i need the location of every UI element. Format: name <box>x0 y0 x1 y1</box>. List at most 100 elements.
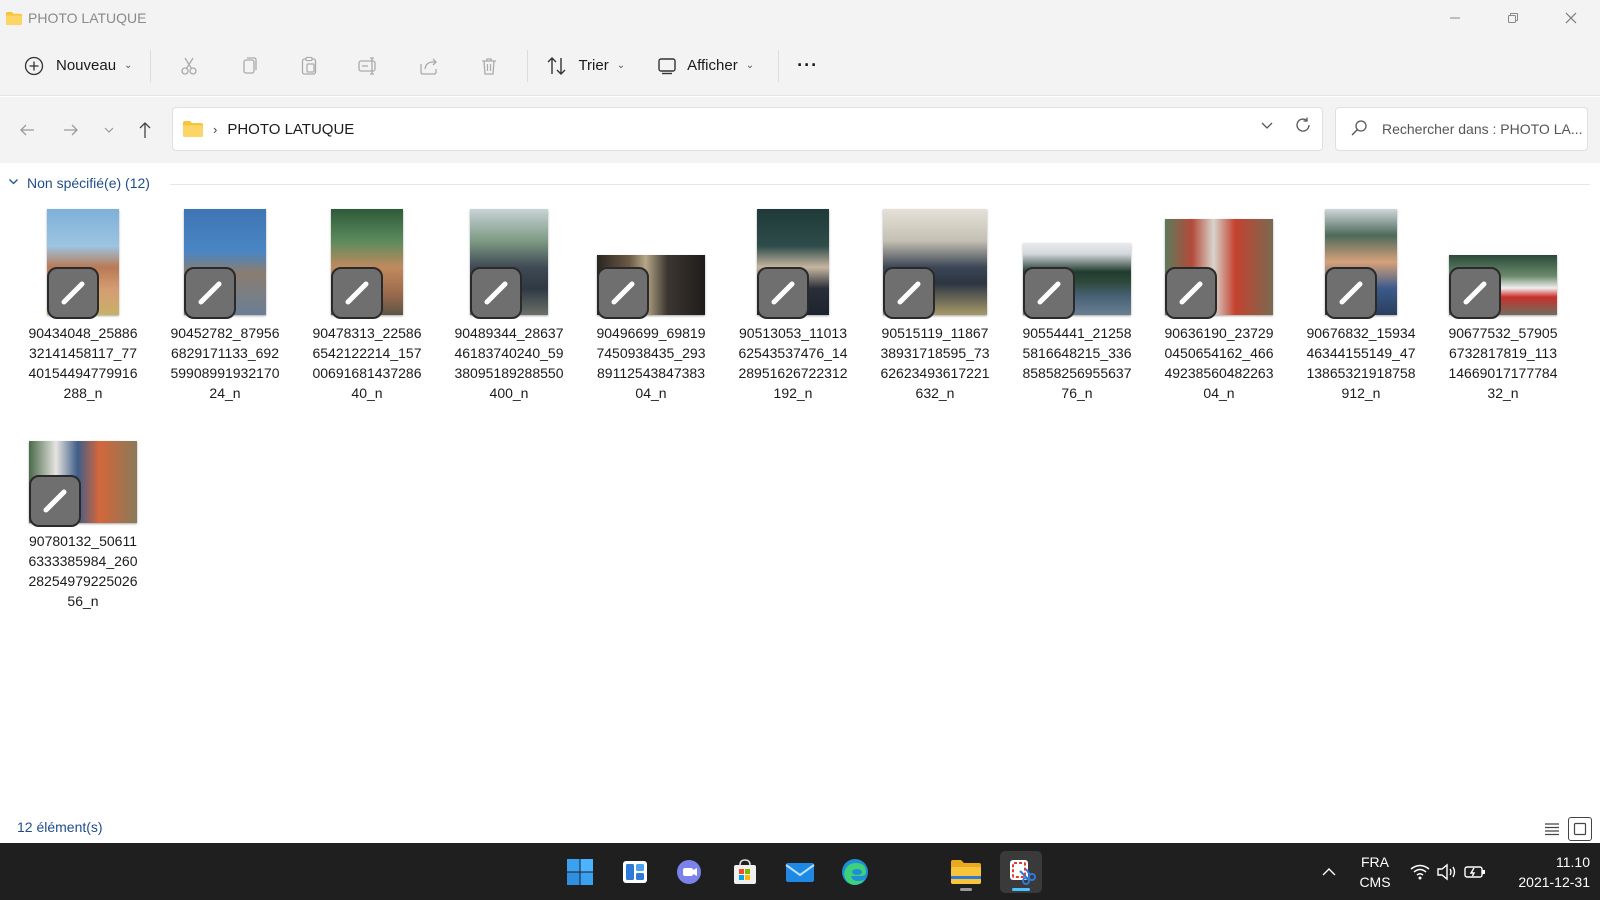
file-tile[interactable]: 90554441_21258 5816648215_336 858582569556… <box>1012 203 1142 413</box>
search-box[interactable] <box>1335 107 1588 151</box>
snipping-tool-button[interactable] <box>1000 851 1042 893</box>
file-tile[interactable]: 90513053_11013 62543537476_14 289516267223… <box>728 203 858 413</box>
language-code: FRA <box>1361 853 1389 870</box>
search-input[interactable] <box>1382 121 1582 137</box>
file-name: 90780132_50611 6333385984_260 282549792250… <box>28 533 138 609</box>
photo-thumbnail <box>470 209 548 319</box>
clock-date: 2021-12-31 <box>1518 873 1590 890</box>
search-icon <box>1350 119 1372 140</box>
rename-icon <box>358 56 377 75</box>
file-tile[interactable]: 90434048_25886 32141458117_77 401544947799… <box>18 203 148 413</box>
sort-icon <box>547 56 566 75</box>
share-button[interactable] <box>399 48 459 84</box>
new-button[interactable]: Nouveau ⌄ <box>14 48 142 84</box>
folder-icon <box>183 121 203 137</box>
chevron-up-icon <box>1322 867 1336 875</box>
file-tile[interactable]: 90677532_57905 6732817819_113 146690171777… <box>1438 203 1568 413</box>
edit-badge-icon <box>29 475 81 527</box>
photo-thumbnail <box>29 441 137 527</box>
breadcrumb-separator: › <box>213 121 218 137</box>
view-button[interactable]: Afficher ⌄ <box>647 48 764 84</box>
restore-button[interactable] <box>1484 0 1542 36</box>
file-tile[interactable]: 90636190_23729 0450654162_466 492385604822… <box>1154 203 1284 413</box>
widgets-icon <box>623 861 647 883</box>
running-indicator <box>960 888 972 891</box>
mail-icon <box>785 863 815 882</box>
start-button[interactable] <box>559 851 601 893</box>
thumbnail-view-icon <box>1573 822 1587 836</box>
photo-thumbnail <box>1165 219 1273 319</box>
quick-settings-button[interactable] <box>1403 843 1493 900</box>
file-name: 90513053_11013 62543537476_14 289516267223… <box>738 325 848 401</box>
details-view-button[interactable] <box>1540 817 1564 841</box>
clock-time: 11.10 <box>1556 853 1590 870</box>
file-tile[interactable]: 90478313_22586 6542122214_157 006916814372… <box>302 203 432 413</box>
widgets-button[interactable] <box>614 851 656 893</box>
back-button[interactable] <box>12 115 42 145</box>
photo-thumbnail <box>47 209 119 319</box>
edit-badge-icon <box>757 267 809 319</box>
breadcrumb-item[interactable]: PHOTO LATUQUE <box>227 121 354 138</box>
file-tile[interactable]: 90676832_15934 46344155149_47 138653219187… <box>1296 203 1426 413</box>
sort-label: Trier <box>578 57 609 74</box>
minimize-icon <box>1450 17 1460 19</box>
refresh-button[interactable] <box>1294 116 1312 139</box>
cut-button[interactable] <box>159 48 219 84</box>
minimize-button[interactable] <box>1426 0 1484 36</box>
chevron-down-icon: ⌄ <box>616 60 626 71</box>
close-button[interactable] <box>1542 0 1600 36</box>
group-header[interactable]: Non spécifié(e) (12) <box>8 175 150 191</box>
restore-icon <box>1508 13 1518 23</box>
address-bar[interactable]: › PHOTO LATUQUE <box>172 107 1323 151</box>
command-bar: Nouveau ⌄ Trier ⌄ Afficher ⌄ ··· <box>0 36 1600 96</box>
chat-button[interactable] <box>669 851 711 893</box>
file-name: 90489344_28637 46183740240_59 380951892885… <box>454 325 564 401</box>
photo-thumbnail <box>757 209 829 319</box>
file-name: 90554441_21258 5816648215_336 858582569556… <box>1022 325 1132 401</box>
edit-badge-icon <box>1325 267 1377 319</box>
file-tile[interactable]: 90452782_87956 6829171133_692 599089919321… <box>160 203 290 413</box>
edit-badge-icon <box>470 267 522 319</box>
window-title: PHOTO LATUQUE <box>28 10 147 26</box>
copy-button[interactable] <box>219 48 279 84</box>
file-tile[interactable]: 90515119_11867 38931718595_73 626234936172… <box>870 203 1000 413</box>
sort-button[interactable]: Trier ⌄ <box>536 48 635 84</box>
more-options-button[interactable]: ··· <box>787 48 828 84</box>
file-name: 90676832_15934 46344155149_47 138653219187… <box>1306 325 1416 401</box>
photo-thumbnail <box>597 255 705 319</box>
volume-icon <box>1437 863 1456 880</box>
recent-locations-button[interactable] <box>94 115 124 145</box>
folder-icon <box>6 11 22 25</box>
file-tile[interactable]: 90780132_50611 6333385984_260 282549792250… <box>18 411 148 621</box>
arrow-up-icon <box>139 122 151 138</box>
chevron-down-icon: ⌄ <box>124 60 133 71</box>
edge-button[interactable] <box>834 851 876 893</box>
store-button[interactable] <box>724 851 766 893</box>
file-tile[interactable]: 90489344_28637 46183740240_59 380951892885… <box>444 203 574 413</box>
list-view-icon <box>1545 823 1559 836</box>
forward-button[interactable] <box>56 115 86 145</box>
input-language-indicator[interactable]: FRA CMS <box>1350 843 1400 900</box>
edge-icon <box>842 859 868 885</box>
edit-badge-icon <box>1023 267 1075 319</box>
navigation-row: › PHOTO LATUQUE <box>0 97 1600 163</box>
photo-thumbnail <box>1449 255 1557 319</box>
tiles-view-button[interactable] <box>1568 817 1592 841</box>
show-hidden-icons-button[interactable] <box>1314 843 1344 900</box>
edit-badge-icon <box>1165 267 1217 319</box>
up-button[interactable] <box>130 115 160 145</box>
clock[interactable]: 11.10 2021-12-31 <box>1500 843 1590 900</box>
address-history-button[interactable] <box>1260 118 1274 135</box>
arrow-right-icon <box>64 124 78 136</box>
file-tile[interactable]: 90496699_69819 7450938435_293 891125438473… <box>586 203 716 413</box>
photo-thumbnail <box>883 209 987 319</box>
mail-button[interactable] <box>779 851 821 893</box>
rename-button[interactable] <box>339 48 399 84</box>
file-explorer-button[interactable] <box>945 851 987 893</box>
edit-badge-icon <box>597 267 649 319</box>
paste-button[interactable] <box>279 48 339 84</box>
taskbar: FRA CMS 11.10 2021-12-31 <box>0 843 1600 900</box>
delete-button[interactable] <box>459 48 519 84</box>
edit-badge-icon <box>184 267 236 319</box>
store-icon <box>734 859 756 884</box>
